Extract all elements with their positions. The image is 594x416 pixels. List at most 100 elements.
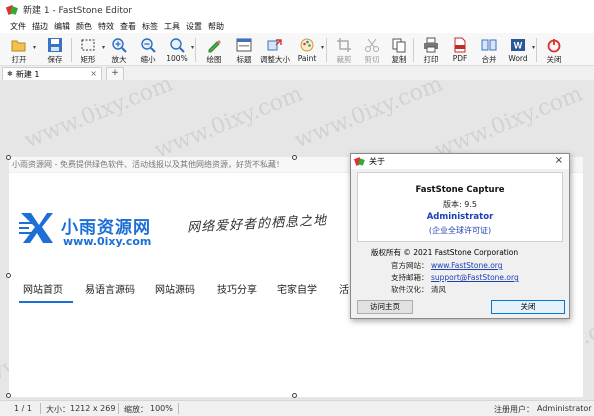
email-link[interactable]: support@FastStone.org [431,273,519,282]
website-row: 官方网站： www.FastStone.org [391,261,503,270]
pdf-button[interactable]: PDF [445,35,475,65]
registered-user: Administrator [537,404,592,413]
menu-bar: 文件 描边 编辑 颜色 特效 查看 标签 工具 设置 帮助 [0,19,594,33]
svg-text:W: W [514,41,523,51]
title-bar: 新建 1 - FastStone Editor [0,0,594,19]
zoom-out-icon [140,37,156,53]
menu-edit[interactable]: 编辑 [54,21,70,32]
resize-handle[interactable] [6,393,11,398]
menu-stroke[interactable]: 描边 [32,21,48,32]
about-dialog: 关于 × FastStone Capture 版本: 9.5 Administr… [350,153,570,319]
chevron-down-icon[interactable]: ▾ [532,44,535,51]
resize-handle[interactable] [6,155,11,160]
nav-item-home: 网站首页 [23,285,63,296]
floppy-icon [47,37,63,53]
tab-label: 新建 1 [15,69,40,79]
resize-icon [267,37,283,53]
nav-item-study: 宅家自学 [277,285,317,296]
chevron-down-icon[interactable]: ▾ [321,44,324,51]
menu-tools[interactable]: 工具 [164,21,180,32]
status-bar: 1 / 1 大小： 1212 x 269 缩放： 100% 注册用户： Admi… [0,400,594,416]
menu-color[interactable]: 颜色 [76,21,92,32]
site-logo: 小雨资源网 www.0ixy.com [19,207,179,251]
new-tab-button[interactable]: + [106,67,124,80]
product-version: 版本: 9.5 [443,200,477,209]
resize-button[interactable]: 调整大小 [260,35,290,65]
nav-active-underline [19,301,73,303]
tab-close-icon[interactable]: × [90,69,97,78]
rectangle-select-icon [80,37,96,53]
copy-button[interactable]: 复制 [384,35,414,65]
print-button[interactable]: 打印 [416,35,446,65]
localizer-name: 清风 [431,285,446,294]
dialog-close-icon[interactable]: × [555,155,563,166]
watermark: www.0ixy.com [151,81,307,164]
menu-file[interactable]: 文件 [10,21,26,32]
copyright: 版权所有 © 2021 FastStone Corporation [371,248,519,257]
product-name: FastStone Capture [415,185,505,195]
save-button[interactable]: 保存 [40,35,70,65]
tab-document[interactable]: ✱ 新建 1 × [2,67,102,80]
menu-tabs[interactable]: 标签 [142,21,158,32]
paint-brush-icon [299,37,315,53]
crop-button[interactable]: 裁剪 [329,35,359,65]
chevron-down-icon[interactable]: ▾ [191,44,194,51]
resize-handle[interactable] [292,393,297,398]
draw-button[interactable]: 绘图 [199,35,229,65]
paint-button[interactable]: Paint ▾ [292,35,324,65]
nav-item-more: 活 [339,285,349,296]
merge-button[interactable]: 合并 [474,35,504,65]
nav-item-eyuyan: 易语言源码 [85,285,135,296]
word-button[interactable]: W Word ▾ [503,35,535,65]
watermark: www.0ixy.com [291,80,447,154]
close-button[interactable]: 关闭 [539,35,569,65]
menu-settings[interactable]: 设置 [186,21,202,32]
visit-homepage-button[interactable]: 访问主页 [357,300,413,314]
website-link[interactable]: www.FastStone.org [431,261,503,270]
cut-button[interactable]: 剪切 [357,35,387,65]
open-button[interactable]: 打开 ▾ [4,35,36,65]
size-label: 大小： [46,405,70,414]
nav-item-tips: 技巧分享 [217,285,257,296]
localizer-row: 软件汉化： 清风 [391,285,446,294]
folder-open-icon [11,37,27,53]
printer-icon [423,37,439,53]
tab-bar: ✱ 新建 1 × + [0,66,594,80]
about-info-panel: FastStone Capture 版本: 9.5 Administrator … [357,172,563,242]
site-slogan: 网络爱好者的栖息之地 [186,213,328,236]
page-indicator: 1 / 1 [14,404,32,413]
image-size: 1212 x 269 [70,404,116,413]
about-title: 关于 [369,157,385,166]
registered-label: 注册用户： [494,405,534,414]
license-type: (企业全球许可证) [428,226,492,235]
zoom-in-button[interactable]: 放大 [104,35,134,65]
menu-view[interactable]: 查看 [120,21,136,32]
resize-handle[interactable] [292,155,297,160]
nav-item-source: 网站源码 [155,285,195,296]
watermark: www.0ixy.com [431,81,587,164]
zoom-value: 100% [150,404,173,413]
document-icon: ✱ [7,70,13,78]
dialog-ok-button[interactable]: 关闭 [491,300,565,314]
caption-button[interactable]: 标题 [229,35,259,65]
caption-icon [236,37,252,53]
app-icon [355,157,365,167]
chevron-down-icon[interactable]: ▾ [33,44,36,51]
zoom-out-button[interactable]: 缩小 [133,35,163,65]
menu-help[interactable]: 帮助 [208,21,224,32]
about-title-bar: 关于 × [351,154,569,169]
magnifier-icon [169,37,185,53]
crop-icon [336,37,352,53]
draw-icon [206,37,222,53]
resize-handle[interactable] [6,273,11,278]
rectangle-select-button[interactable]: 矩形 ▾ [73,35,105,65]
toolbar: 打开 ▾ 保存 矩形 ▾ 放大 缩小 100% ▾ 绘图 标题 调整大小 Pai… [0,33,594,66]
pdf-icon [452,37,468,53]
menu-effects[interactable]: 特效 [98,21,114,32]
email-row: 支持邮箱： support@FastStone.org [391,273,519,282]
zoom-level-button[interactable]: 100% ▾ [162,35,194,65]
zoom-in-icon [111,37,127,53]
power-icon [546,37,562,53]
merge-icon [481,37,497,53]
logo-x-icon [19,209,55,245]
